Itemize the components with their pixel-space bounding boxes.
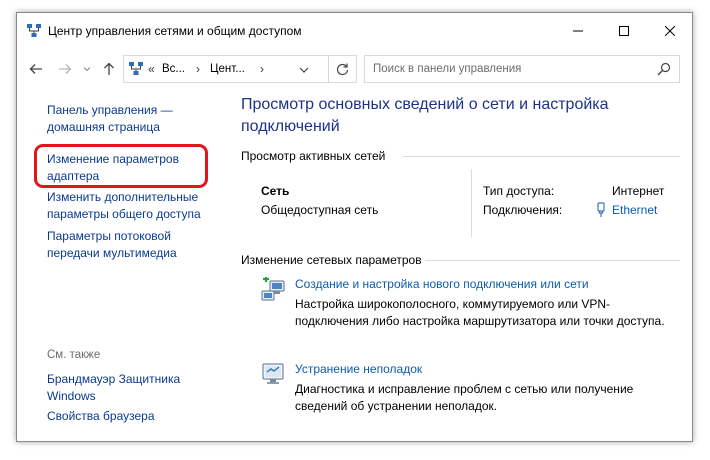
control-panel-window: Центр управления сетями и общим доступом	[16, 12, 693, 442]
troubleshoot-icon	[262, 363, 284, 384]
close-icon	[665, 26, 675, 36]
network-name: Сеть	[261, 184, 290, 198]
search-icon[interactable]	[657, 62, 671, 76]
task-troubleshoot-link[interactable]: Устранение неполадок	[295, 362, 422, 376]
up-button[interactable]	[99, 59, 119, 79]
task-new-connection-description: Настройка широкополосного, коммутируемог…	[295, 297, 665, 328]
section-divider	[425, 260, 680, 261]
search-input[interactable]: Поиск в панели управления	[373, 63, 521, 75]
change-settings-header: Изменение сетевых параметров	[241, 253, 422, 267]
ethernet-connection-link[interactable]: Ethernet	[612, 203, 657, 217]
vertical-divider	[471, 169, 472, 237]
see-also-browser-properties-link[interactable]: Свойства браузера	[47, 408, 217, 425]
network-type[interactable]: Общедоступная сеть	[261, 203, 378, 217]
section-divider	[403, 156, 680, 157]
arrow-left-icon	[29, 64, 42, 74]
address-overflow[interactable]: «	[148, 62, 155, 76]
minimize-button[interactable]	[555, 13, 601, 49]
close-button[interactable]	[647, 13, 693, 49]
search-box[interactable]: Поиск в панели управления	[364, 55, 680, 83]
active-networks-header: Просмотр активных сетей	[241, 149, 386, 163]
network-center-icon	[129, 62, 143, 75]
access-type-value: Интернет	[612, 184, 665, 198]
refresh-icon	[336, 63, 349, 75]
breadcrumb-network-center[interactable]: Цент...	[210, 63, 245, 75]
address-bar[interactable]: « Вс... › Цент... ›	[123, 55, 329, 83]
chevron-down-icon[interactable]	[298, 65, 310, 75]
refresh-button[interactable]	[329, 55, 357, 83]
sidebar-item-sharing-settings[interactable]: Изменить дополнительные параметры общего…	[47, 189, 217, 223]
breadcrumb-all-items[interactable]: Вс...	[162, 63, 185, 75]
title-bar: Центр управления сетями и общим доступом	[17, 13, 692, 49]
forward-button[interactable]	[55, 59, 75, 79]
see-also-firewall-link[interactable]: Брандмауэр Защитника Windows	[47, 371, 197, 405]
maximize-icon	[619, 26, 629, 36]
page-title: Просмотр основных сведений о сети и наст…	[241, 96, 609, 135]
connections-label: Подключения:	[483, 203, 563, 217]
network-center-icon	[27, 24, 41, 37]
chevron-down-icon	[83, 67, 91, 72]
window-title: Центр управления сетями и общим доступом	[48, 24, 302, 38]
see-also-label: См. также	[47, 349, 101, 361]
minimize-icon	[573, 30, 583, 32]
control-panel-home-link[interactable]: Панель управления — домашняя страница	[47, 102, 217, 136]
maximize-button[interactable]	[601, 13, 647, 49]
breadcrumb-separator: ›	[260, 62, 264, 76]
arrow-right-icon	[59, 64, 72, 74]
ethernet-icon	[597, 202, 605, 217]
access-type-label: Тип доступа:	[483, 184, 555, 198]
task-troubleshoot-description: Диагностика и исправление проблем с сеть…	[295, 382, 634, 413]
navigation-bar: « Вс... › Цент... › Поиск в панели управ…	[17, 51, 692, 87]
recent-locations-button[interactable]	[77, 59, 97, 79]
breadcrumb-separator: ›	[196, 62, 200, 76]
arrow-up-icon	[104, 62, 114, 75]
task-new-connection-link[interactable]: Создание и настройка нового подключения …	[295, 277, 589, 291]
back-button[interactable]	[26, 59, 46, 79]
adapter-settings-highlight	[34, 144, 208, 188]
new-connection-icon	[261, 277, 285, 301]
sidebar-item-media-streaming[interactable]: Параметры потоковой передачи мультимедиа	[47, 228, 197, 262]
